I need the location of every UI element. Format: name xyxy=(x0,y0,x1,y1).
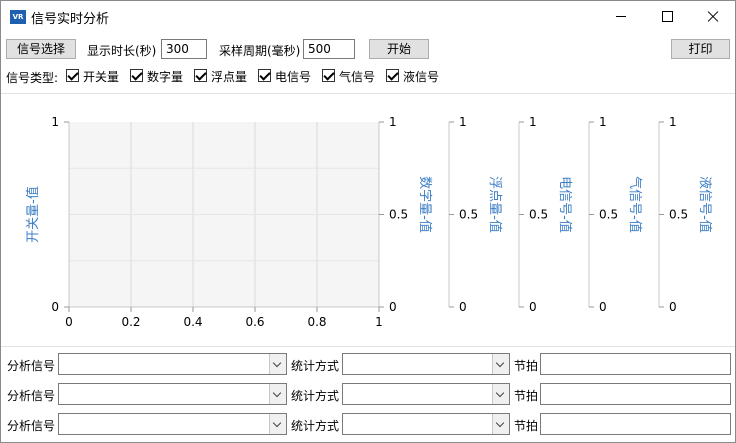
checkbox-checked-icon xyxy=(66,69,79,82)
checkbox-checked-icon xyxy=(130,69,143,82)
checkbox-checked-icon xyxy=(258,69,271,82)
y-tick-label: 0 xyxy=(459,300,467,314)
beat-input[interactable] xyxy=(540,353,731,375)
analysis-signal-select[interactable] xyxy=(58,383,287,405)
y-axis-title: 液信号-值 xyxy=(697,176,713,233)
display-duration-label: 显示时长(秒) xyxy=(87,44,157,58)
chevron-down-icon[interactable] xyxy=(269,354,286,374)
signal-type-label: 信号类型: xyxy=(6,71,59,85)
y-tick-label: 0 xyxy=(51,300,59,314)
chevron-down-icon[interactable] xyxy=(492,354,509,374)
y-tick-label: 0.5 xyxy=(529,208,548,222)
sample-period-input[interactable]: 500 xyxy=(303,39,355,59)
analysis-signal-select[interactable] xyxy=(58,353,287,375)
y-tick-label: 0.5 xyxy=(669,208,688,222)
print-button[interactable]: 打印 xyxy=(671,39,730,59)
stat-method-select[interactable] xyxy=(342,413,510,435)
beat-label: 节拍 xyxy=(514,419,539,433)
divider xyxy=(1,346,735,347)
analysis-signal-label: 分析信号 xyxy=(7,419,56,433)
chevron-down-icon[interactable] xyxy=(492,414,509,434)
beat-input[interactable] xyxy=(540,413,731,435)
y-axis-title: 数字量-值 xyxy=(417,176,433,233)
y-tick-label: 1 xyxy=(599,115,607,129)
stat-method-label: 统计方式 xyxy=(291,419,340,433)
y-tick-label: 1 xyxy=(529,115,537,129)
y-tick-label: 0.5 xyxy=(459,208,478,222)
x-tick-label: 0.4 xyxy=(183,315,202,329)
chevron-down-icon[interactable] xyxy=(269,384,286,404)
sample-period-label: 采样周期(毫秒) xyxy=(219,44,301,58)
analysis-signal-label: 分析信号 xyxy=(7,389,56,403)
maximize-button[interactable] xyxy=(644,1,690,32)
y-tick-label: 1 xyxy=(459,115,467,129)
checkbox-checked-icon xyxy=(386,69,399,82)
beat-input[interactable] xyxy=(540,383,731,405)
minimize-button[interactable] xyxy=(598,1,644,32)
chevron-down-icon[interactable] xyxy=(492,384,509,404)
x-tick-label: 0 xyxy=(65,315,73,329)
stat-method-select[interactable] xyxy=(342,383,510,405)
stat-method-select[interactable] xyxy=(342,353,510,375)
x-tick-label: 0.8 xyxy=(307,315,326,329)
stat-method-label: 统计方式 xyxy=(291,389,340,403)
y-axis-title: 浮点量-值 xyxy=(487,176,503,233)
signal-select-button[interactable]: 信号选择 xyxy=(6,39,76,59)
y-tick-label: 1 xyxy=(51,115,59,129)
beat-label: 节拍 xyxy=(514,359,539,373)
window-title: 信号实时分析 xyxy=(31,12,110,27)
y-axis-title: 开关量-值 xyxy=(25,186,41,243)
y-tick-label: 0.5 xyxy=(599,208,618,222)
app-window: VR 信号实时分析 信号选择 显示时长(秒) 300 采样周期(毫秒) 500 … xyxy=(0,0,736,443)
x-tick-label: 1 xyxy=(375,315,383,329)
y-tick-label: 0 xyxy=(599,300,607,314)
app-logo-icon: VR xyxy=(10,10,26,24)
chevron-down-icon[interactable] xyxy=(269,414,286,434)
analysis-signal-select[interactable] xyxy=(58,413,287,435)
y-tick-label: 1 xyxy=(669,115,677,129)
y-tick-label: 0 xyxy=(389,300,397,314)
signal-chart: 0 0.2 0.4 0.6 0.8 101开关量-值00.51数字量-值00.51浮点量-… xyxy=(25,115,713,329)
y-tick-label: 0.5 xyxy=(389,208,408,222)
y-axis-title: 气信号-值 xyxy=(627,176,643,233)
display-duration-input[interactable]: 300 xyxy=(161,39,207,59)
beat-label: 节拍 xyxy=(514,389,539,403)
stat-method-label: 统计方式 xyxy=(291,359,340,373)
y-axis-title: 电信号-值 xyxy=(557,176,573,233)
checkbox-checked-icon xyxy=(322,69,335,82)
start-button[interactable]: 开始 xyxy=(369,39,429,59)
title-bar: VR 信号实时分析 xyxy=(1,1,735,32)
checkbox-checked-icon xyxy=(194,69,207,82)
close-button[interactable] xyxy=(690,1,736,32)
y-tick-label: 0 xyxy=(529,300,537,314)
x-tick-label: 0.2 xyxy=(121,315,140,329)
y-tick-label: 1 xyxy=(389,115,397,129)
analysis-signal-label: 分析信号 xyxy=(7,359,56,373)
x-tick-label: 0.6 xyxy=(245,315,264,329)
y-tick-label: 0 xyxy=(669,300,677,314)
